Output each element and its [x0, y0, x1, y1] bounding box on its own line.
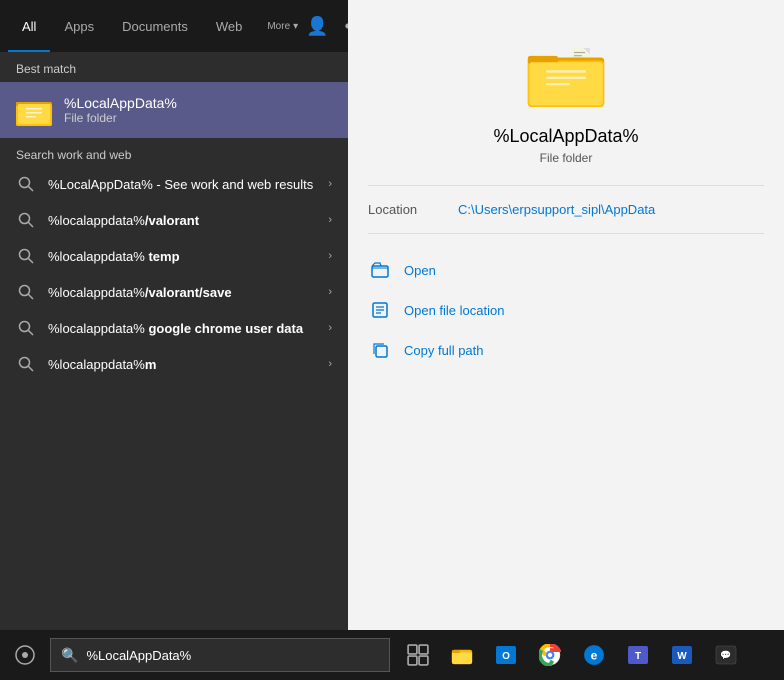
chevron-icon-5: › — [328, 358, 332, 370]
copy-icon — [368, 338, 392, 362]
action-copy-path-label: Copy full path — [404, 343, 484, 358]
chevron-icon-4: › — [328, 322, 332, 334]
edge-icon[interactable]: e — [574, 630, 614, 680]
left-panel: All Apps Documents Web More ▾ 👤 ••• Best… — [0, 0, 348, 630]
best-match-title: %LocalAppData% — [64, 95, 177, 111]
chrome-icon[interactable] — [530, 630, 570, 680]
right-title: %LocalAppData% — [368, 126, 764, 147]
search-icon-0 — [16, 174, 36, 194]
location-path[interactable]: C:\Users\erpsupport_sipl\AppData — [458, 202, 655, 217]
list-item-3[interactable]: %localappdata%/valorant/save › — [0, 274, 348, 310]
list-item-text-4: %localappdata% google chrome user data — [48, 321, 328, 336]
file-explorer-icon[interactable] — [442, 630, 482, 680]
search-icon-1 — [16, 210, 36, 230]
list-item-5[interactable]: %localappdata%m › — [0, 346, 348, 382]
list-item-text-0: %LocalAppData% - See work and web result… — [48, 177, 328, 192]
action-open-file-location-label: Open file location — [404, 303, 504, 318]
list-item-1[interactable]: %localappdata%/valorant › — [0, 202, 348, 238]
chevron-icon-3: › — [328, 286, 332, 298]
taskbar-icons: O e T — [398, 630, 746, 680]
list-item-text-3: %localappdata%/valorant/save — [48, 285, 328, 300]
svg-text:W: W — [677, 651, 687, 662]
action-open[interactable]: Open — [368, 250, 764, 290]
list-item-4[interactable]: %localappdata% google chrome user data › — [0, 310, 348, 346]
open-folder-icon — [368, 258, 392, 282]
search-icon-2 — [16, 246, 36, 266]
store-icon[interactable]: 💬 — [706, 630, 746, 680]
tabs-bar: All Apps Documents Web More ▾ 👤 ••• — [0, 0, 348, 52]
person-icon[interactable]: 👤 — [306, 16, 328, 37]
outlook-icon[interactable]: O — [486, 630, 526, 680]
taskbar: 🔍 O — [0, 630, 784, 680]
tab-web[interactable]: Web — [202, 0, 257, 52]
location-label: Location — [368, 202, 458, 217]
chevron-icon-1: › — [328, 214, 332, 226]
search-icon-5 — [16, 354, 36, 374]
best-match-item[interactable]: %LocalAppData% File folder — [0, 82, 348, 138]
start-button[interactable] — [0, 630, 50, 680]
list-item-2[interactable]: %localappdata% temp › — [0, 238, 348, 274]
right-subtitle: File folder — [368, 151, 764, 165]
action-copy-path[interactable]: Copy full path — [368, 330, 764, 370]
action-open-file-location[interactable]: Open file location — [368, 290, 764, 330]
taskbar-search-input[interactable] — [86, 648, 379, 663]
list-item-text-5: %localappdata%m — [48, 357, 328, 372]
location-row: Location C:\Users\erpsupport_sipl\AppDat… — [368, 202, 764, 217]
chevron-icon-2: › — [328, 250, 332, 262]
right-folder-icon — [368, 40, 764, 110]
right-panel: %LocalAppData% File folder Location C:\U… — [348, 0, 784, 630]
tab-apps[interactable]: Apps — [50, 0, 108, 52]
list-item-0[interactable]: %LocalAppData% - See work and web result… — [0, 166, 348, 202]
action-open-label: Open — [404, 263, 436, 278]
divider-2 — [368, 233, 764, 234]
svg-text:O: O — [502, 651, 510, 662]
tab-documents[interactable]: Documents — [108, 0, 202, 52]
list-item-text-1: %localappdata%/valorant — [48, 213, 328, 228]
svg-text:e: e — [591, 648, 598, 662]
list-item-text-2: %localappdata% temp — [48, 249, 328, 264]
best-match-subtitle: File folder — [64, 111, 177, 125]
best-match-label: Best match — [0, 52, 348, 82]
search-work-label: Search work and web — [0, 138, 348, 166]
folder-icon — [16, 92, 52, 128]
chevron-icon-0: › — [328, 178, 332, 190]
tab-more[interactable]: More ▾ — [256, 15, 306, 38]
task-view-icon[interactable] — [398, 630, 438, 680]
search-icon-3 — [16, 282, 36, 302]
word-icon[interactable]: W — [662, 630, 702, 680]
tab-all[interactable]: All — [8, 0, 50, 52]
svg-text:💬: 💬 — [720, 649, 731, 660]
file-location-icon — [368, 298, 392, 322]
taskbar-search-icon: 🔍 — [61, 647, 78, 664]
search-icon-4 — [16, 318, 36, 338]
taskbar-search-bar[interactable]: 🔍 — [50, 638, 390, 672]
svg-text:T: T — [635, 651, 641, 662]
divider — [368, 185, 764, 186]
teams-icon[interactable]: T — [618, 630, 658, 680]
